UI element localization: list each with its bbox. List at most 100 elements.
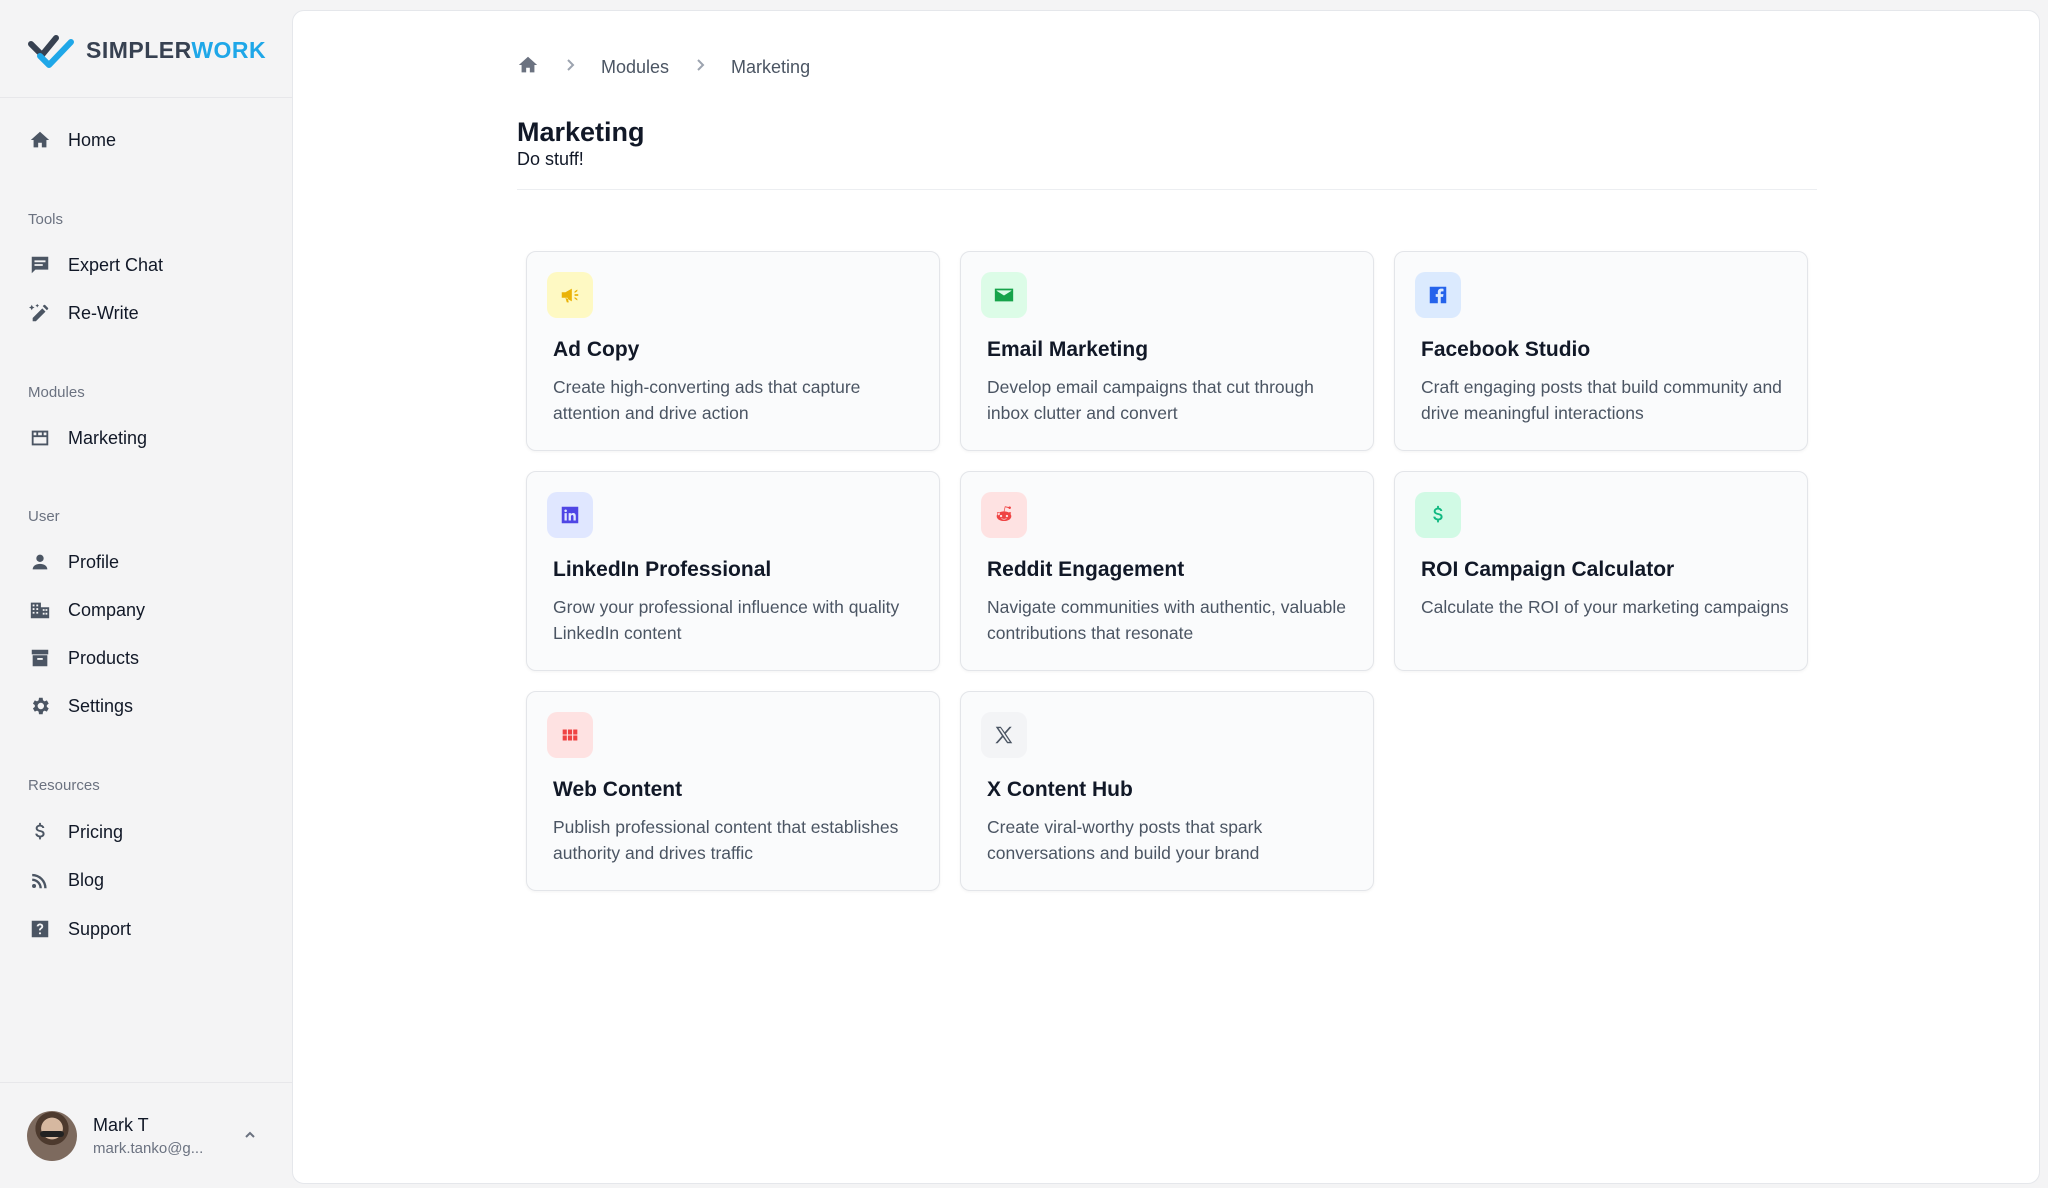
home-icon [28, 128, 52, 152]
card-icon-bg [1415, 272, 1461, 318]
card-title: X Content Hub [987, 778, 1133, 801]
person-icon [28, 550, 52, 574]
section-label-resources: Resources [28, 777, 100, 794]
sidebar-divider [0, 1082, 292, 1083]
header-divider [517, 189, 1817, 190]
card-facebook-studio[interactable]: Facebook Studio Craft engaging posts tha… [1394, 251, 1808, 451]
sidebar-item-label: Products [68, 647, 140, 668]
card-icon-bg [981, 272, 1027, 318]
card-roi-campaign-calculator[interactable]: ROI Campaign Calculator Calculate the RO… [1394, 471, 1808, 671]
sidebar-item-company[interactable]: Company [28, 594, 278, 626]
page-subtitle: Do stuff! [517, 149, 584, 169]
card-title: Web Content [553, 778, 683, 801]
card-description: Navigate communities with authentic, val… [987, 597, 1346, 643]
building-icon [28, 598, 52, 622]
sidebar-item-blog[interactable]: Blog [28, 864, 278, 896]
reddit-icon [996, 506, 1012, 522]
card-description: Publish professional content that establ… [553, 817, 899, 863]
sidebar-item-label: Support [68, 918, 132, 939]
breadcrumb-home-icon[interactable] [517, 54, 539, 81]
card-description: Develop email campaigns that cut through… [987, 377, 1314, 423]
card-title: LinkedIn Professional [553, 558, 772, 581]
main-panel: Modules Marketing Marketing Do stuff! Ad… [292, 10, 2040, 1184]
sidebar-item-label: Expert Chat [68, 254, 164, 275]
megaphone-icon [561, 288, 579, 303]
card-web-content[interactable]: Web Content Publish professional content… [526, 691, 940, 891]
sidebar-item-pricing[interactable]: Pricing [28, 816, 278, 848]
dollar-icon [1433, 505, 1443, 523]
user-menu[interactable]: Mark T mark.tanko@g... [27, 1110, 259, 1162]
user-email: mark.tanko@g... [93, 1140, 204, 1157]
user-info: Mark T mark.tanko@g... [93, 1115, 203, 1157]
brand-logo[interactable]: SIMPLERWORK [28, 28, 266, 72]
card-icon-bg [547, 272, 593, 318]
sidebar-item-profile[interactable]: Profile [28, 546, 278, 578]
chevron-right-icon [563, 58, 577, 77]
card-description: Calculate the ROI of your marketing camp… [1421, 597, 1789, 617]
sidebar-item-products[interactable]: Products [28, 642, 278, 674]
card-icon-bg [547, 492, 593, 538]
breadcrumb: Modules Marketing [517, 53, 810, 81]
sidebar: SIMPLERWORK Home Tools Expert Chat Re-Wr… [0, 0, 292, 1188]
sidebar-item-label: Marketing [68, 427, 148, 448]
grid-icon [562, 729, 578, 741]
linkedin-icon [561, 506, 579, 524]
sidebar-item-support[interactable]: Support [28, 913, 278, 945]
sidebar-item-expert-chat[interactable]: Expert Chat [28, 249, 278, 281]
sidebar-item-settings[interactable]: Settings [28, 690, 278, 722]
avatar [27, 1111, 77, 1161]
card-linkedin-professional[interactable]: LinkedIn Professional Grow your professi… [526, 471, 940, 671]
breadcrumb-item-modules[interactable]: Modules [601, 57, 669, 78]
card-description: Create high-converting ads that capture … [553, 377, 861, 423]
brand-name-part1: SIMPLER [86, 36, 192, 63]
card-icon-bg [981, 712, 1027, 758]
sidebar-item-label: Settings [68, 695, 134, 716]
card-title: Facebook Studio [1421, 338, 1591, 361]
card-ad-copy[interactable]: Ad Copy Create high-converting ads that … [526, 251, 940, 451]
card-title: Email Marketing [987, 338, 1149, 361]
archive-icon [28, 646, 52, 670]
checkmark-logo-icon [28, 35, 74, 68]
card-description: Grow your professional influence with qu… [553, 597, 900, 643]
card-title: ROI Campaign Calculator [1421, 558, 1675, 581]
brand-name-part2: WORK [191, 36, 267, 63]
sidebar-item-label: Home [68, 129, 117, 150]
card-description: Create viral-worthy posts that spark con… [987, 817, 1263, 863]
user-name: Mark T [93, 1115, 149, 1135]
card-title: Reddit Engagement [987, 558, 1185, 581]
chat-icon [28, 253, 52, 277]
sidebar-divider [0, 97, 292, 98]
section-label-user: User [28, 508, 60, 525]
breadcrumb-item-marketing[interactable]: Marketing [731, 57, 810, 78]
page-title: Marketing [517, 117, 645, 147]
rss-icon [28, 868, 52, 892]
card-title: Ad Copy [553, 338, 640, 361]
sidebar-item-home[interactable]: Home [28, 124, 278, 156]
brand-name: SIMPLERWORK [86, 37, 266, 64]
card-x-content-hub[interactable]: X Content Hub Create viral-worthy posts … [960, 691, 1374, 891]
sidebar-item-re-write[interactable]: Re-Write [28, 297, 278, 329]
card-icon-bg [547, 712, 593, 758]
chevron-up-icon[interactable] [241, 1126, 259, 1144]
storefront-icon [28, 426, 52, 450]
card-icon-bg [1415, 492, 1461, 538]
sidebar-item-label: Blog [68, 869, 105, 890]
facebook-icon [1429, 286, 1447, 304]
card-reddit-engagement[interactable]: Reddit Engagement Navigate communities w… [960, 471, 1374, 671]
sidebar-item-label: Pricing [68, 821, 124, 842]
section-label-tools: Tools [28, 211, 64, 228]
chevron-right-icon [693, 58, 707, 77]
sidebar-item-label: Re-Write [68, 302, 139, 323]
sidebar-item-label: Company [68, 599, 146, 620]
section-label-modules: Modules [28, 384, 85, 401]
gear-icon [28, 694, 52, 718]
edit-sparkle-icon [28, 301, 52, 325]
sidebar-item-label: Profile [68, 551, 120, 572]
card-email-marketing[interactable]: Email Marketing Develop email campaigns … [960, 251, 1374, 451]
card-icon-bg [981, 492, 1027, 538]
help-icon [28, 917, 52, 941]
sidebar-item-marketing[interactable]: Marketing [28, 422, 278, 454]
card-description: Craft engaging posts that build communit… [1421, 377, 1782, 423]
x-logo-icon [995, 726, 1013, 744]
dollar-icon [28, 820, 52, 844]
